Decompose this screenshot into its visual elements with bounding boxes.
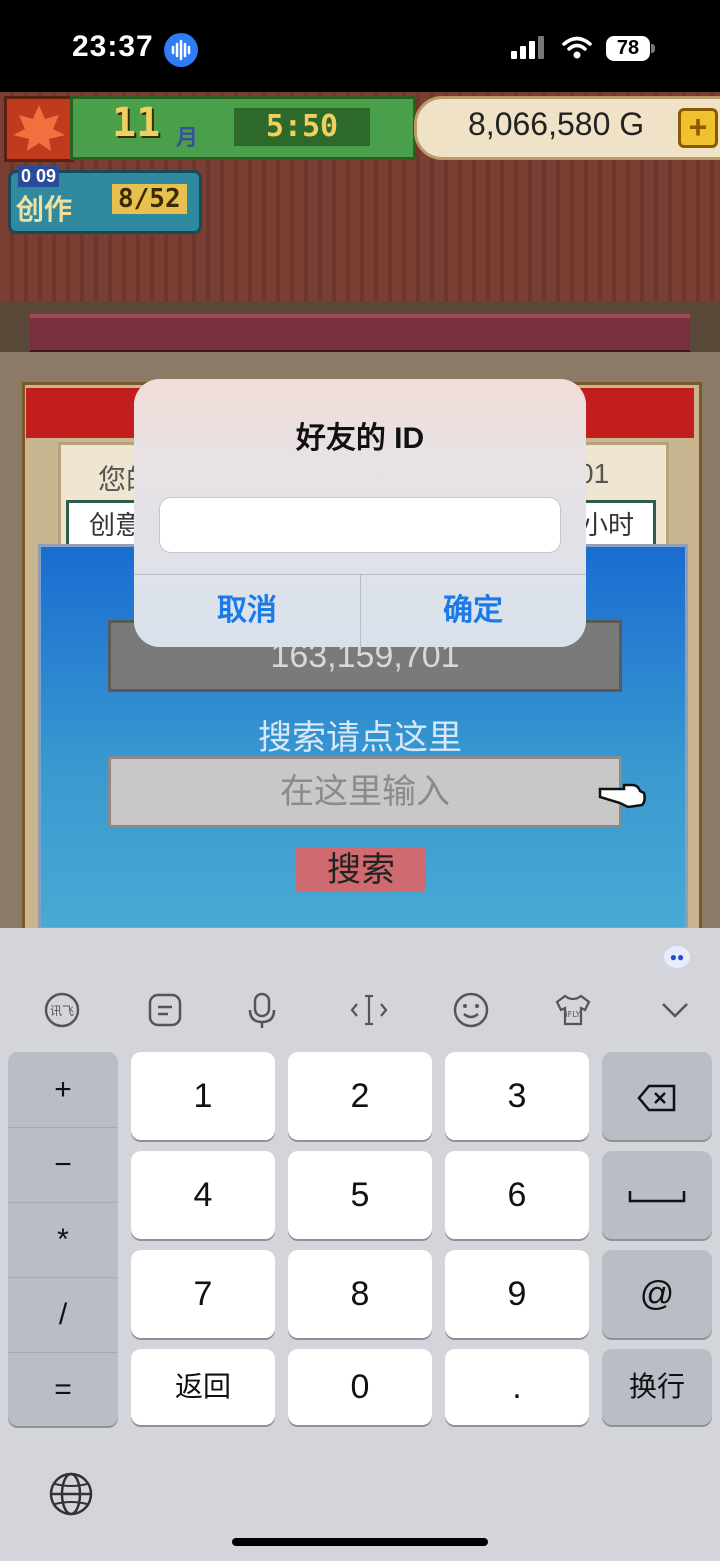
cursor-move-icon[interactable] (349, 990, 389, 1030)
cancel-button[interactable]: 取消 (134, 575, 360, 647)
roof-beam (30, 314, 690, 354)
svg-text:iFLY: iFLY (565, 1010, 580, 1019)
svg-text:讯飞: 讯飞 (50, 1004, 74, 1018)
battery-icon: 78 (606, 36, 650, 61)
key-5[interactable]: 5 (288, 1151, 432, 1239)
friend-id-input[interactable]: 在这里输入 (108, 756, 622, 828)
emoji-icon[interactable] (451, 990, 491, 1030)
month-unit: 月 (176, 125, 199, 150)
newline-key[interactable]: 换行 (602, 1349, 712, 1425)
key-4[interactable]: 4 (131, 1151, 275, 1239)
key-2[interactable]: 2 (288, 1052, 432, 1140)
key-minus[interactable]: − (8, 1127, 118, 1203)
key-9[interactable]: 9 (445, 1250, 589, 1338)
create-counter-small: 0 09 (18, 166, 60, 187)
month-number: 11 (112, 100, 161, 146)
create-count: 8/52 (112, 184, 187, 214)
friend-id-alert: 好友的 ID 取消 确定 (134, 379, 586, 647)
key-dot[interactable]: . (445, 1349, 589, 1425)
numeric-keyboard: ●● 讯飞 iFLY + − * / = 1 2 3 4 5 6 7 8 9 @… (0, 928, 720, 1561)
gold-amount: 8,066,580 G (468, 106, 645, 142)
skin-shirt-icon[interactable]: iFLY (553, 990, 593, 1030)
cellular-signal-icon (510, 36, 546, 65)
alert-text-field[interactable] (159, 497, 561, 553)
key-3[interactable]: 3 (445, 1052, 589, 1140)
wifi-icon (562, 36, 592, 65)
key-6[interactable]: 6 (445, 1151, 589, 1239)
symbol-column: + − * / = (8, 1052, 118, 1426)
key-divide[interactable]: / (8, 1277, 118, 1353)
alert-title: 好友的 ID (295, 422, 425, 455)
globe-icon[interactable] (48, 1471, 94, 1517)
create-label: 创作 (16, 194, 73, 225)
battery-tip (651, 44, 655, 53)
status-bar: 23:37 78 (0, 0, 720, 92)
chevron-down-icon[interactable] (655, 990, 695, 1030)
home-indicator[interactable] (232, 1538, 488, 1546)
key-multiply[interactable]: * (8, 1202, 118, 1278)
search-button[interactable]: 搜索 (296, 848, 426, 892)
space-key[interactable] (602, 1151, 712, 1239)
backspace-key[interactable] (602, 1052, 712, 1140)
assistant-icon[interactable]: ●● (664, 946, 690, 968)
pointing-hand-icon (598, 778, 648, 823)
ifly-logo-icon[interactable]: 讯飞 (42, 990, 82, 1030)
text-emoji-icon[interactable] (145, 990, 185, 1030)
key-1[interactable]: 1 (131, 1052, 275, 1140)
back-key[interactable]: 返回 (131, 1349, 275, 1425)
key-at[interactable]: @ (602, 1250, 712, 1338)
key-7[interactable]: 7 (131, 1250, 275, 1338)
confirm-button[interactable]: 确定 (360, 575, 586, 647)
key-equals[interactable]: = (8, 1352, 118, 1427)
game-clock: 5:50 (234, 108, 370, 146)
add-gold-button[interactable]: + (678, 108, 718, 148)
audio-wave-icon (164, 33, 198, 67)
microphone-icon[interactable] (242, 990, 282, 1030)
maple-leaf-icon[interactable] (4, 96, 74, 162)
key-8[interactable]: 8 (288, 1250, 432, 1338)
key-0[interactable]: 0 (288, 1349, 432, 1425)
key-plus[interactable]: + (8, 1052, 118, 1128)
search-hint: 搜索请点这里 (258, 719, 462, 757)
status-time: 23:37 (72, 30, 154, 63)
